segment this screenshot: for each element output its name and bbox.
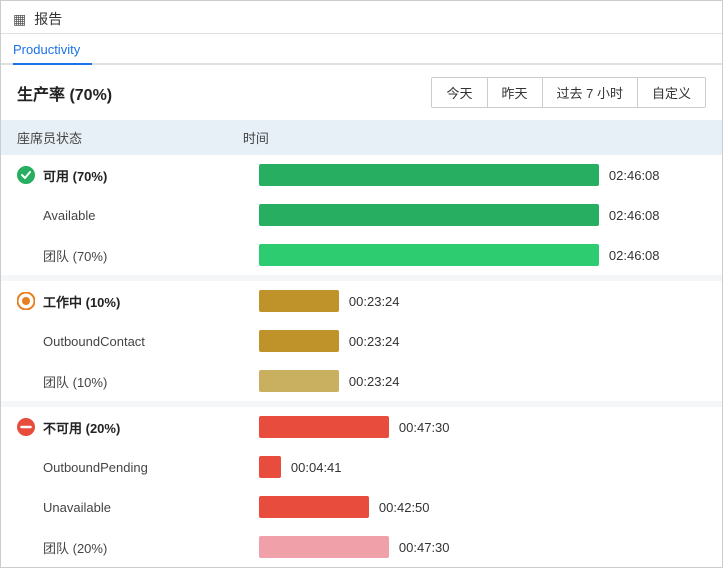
status-main-label: 不可用 (20%) xyxy=(43,418,120,437)
sub-time: 00:47:30 xyxy=(399,540,450,555)
productivity-header: 生产率 (70%) 今天 昨天 过去 7 小时 自定义 xyxy=(1,65,722,120)
sub-row-unavailable-2: 团队 (20%) 00:47:30 xyxy=(1,527,722,567)
minus-circle-icon xyxy=(17,418,35,436)
status-main-label: 可用 (70%) xyxy=(43,166,107,185)
table-header: 座席员状态 时间 xyxy=(1,120,722,155)
filter-custom[interactable]: 自定义 xyxy=(638,78,705,107)
col-time: 时间 xyxy=(227,120,722,155)
sub-bar-cell: 00:04:41 xyxy=(243,452,706,482)
report-icon: ▦ xyxy=(13,11,26,28)
sub-row-unavailable-1: Unavailable 00:42:50 xyxy=(1,487,722,527)
sub-bar xyxy=(259,370,339,392)
check-circle-icon xyxy=(17,166,35,184)
sub-row-available-0: Available 02:46:08 xyxy=(1,195,722,235)
col-status: 座席员状态 xyxy=(1,120,227,155)
sub-bar xyxy=(259,456,281,478)
status-cell-unavailable: 不可用 (20%) xyxy=(17,418,211,437)
page-title: 生产率 (70%) xyxy=(17,81,112,105)
ring-circle-icon xyxy=(17,292,35,310)
sub-label: OutboundPending xyxy=(17,460,148,475)
group-main-available: 可用 (70%) 02:46:08 xyxy=(1,155,722,195)
app-header: ▦ 报告 xyxy=(1,1,722,34)
filter-today[interactable]: 今天 xyxy=(432,78,487,107)
productivity-table: 座席员状态 时间 可用 (70%) 02:46:08 Available xyxy=(1,120,722,567)
sub-time: 00:42:50 xyxy=(379,500,430,515)
sub-bar-cell: 00:42:50 xyxy=(243,492,706,522)
sub-row-available-1: 团队 (70%) 02:46:08 xyxy=(1,235,722,275)
sub-label: Unavailable xyxy=(17,500,111,515)
time-filter-group: 今天 昨天 过去 7 小时 自定义 xyxy=(431,77,706,108)
sub-label: 团队 (70%) xyxy=(17,249,107,264)
sub-bar xyxy=(259,536,389,558)
filter-past7h[interactable]: 过去 7 小时 xyxy=(543,78,638,107)
group-main-unavailable: 不可用 (20%) 00:47:30 xyxy=(1,407,722,447)
status-cell-working: 工作中 (10%) xyxy=(17,292,211,311)
sub-bar-cell: 02:46:08 xyxy=(243,240,706,270)
sub-bar xyxy=(259,330,339,352)
sub-bar-cell: 00:47:30 xyxy=(243,532,706,562)
bar-available xyxy=(259,164,599,186)
sub-time: 00:23:24 xyxy=(349,374,400,389)
bar-unavailable xyxy=(259,416,389,438)
tab-bar: Productivity xyxy=(1,34,722,65)
filter-yesterday[interactable]: 昨天 xyxy=(488,78,543,107)
group-main-working: 工作中 (10%) 00:23:24 xyxy=(1,281,722,321)
sub-label: 团队 (20%) xyxy=(17,541,107,556)
sub-bar xyxy=(259,204,599,226)
sub-bar-cell: 00:23:24 xyxy=(243,326,706,356)
sub-label: 团队 (10%) xyxy=(17,375,107,390)
bar-cell-unavailable: 00:47:30 xyxy=(243,412,706,442)
sub-time: 02:46:08 xyxy=(609,248,660,263)
tab-productivity[interactable]: Productivity xyxy=(13,34,92,65)
sub-row-working-0: OutboundContact 00:23:24 xyxy=(1,321,722,361)
bar-cell-available: 02:46:08 xyxy=(243,160,706,190)
sub-time: 02:46:08 xyxy=(609,208,660,223)
bar-cell-working: 00:23:24 xyxy=(243,286,706,316)
time-unavailable: 00:47:30 xyxy=(399,420,450,435)
status-cell-available: 可用 (70%) xyxy=(17,166,211,185)
sub-time: 00:23:24 xyxy=(349,334,400,349)
sub-bar xyxy=(259,244,599,266)
sub-row-unavailable-0: OutboundPending 00:04:41 xyxy=(1,447,722,487)
sub-label: OutboundContact xyxy=(17,334,145,349)
bar-working xyxy=(259,290,339,312)
sub-bar xyxy=(259,496,369,518)
time-working: 00:23:24 xyxy=(349,294,400,309)
time-available: 02:46:08 xyxy=(609,168,660,183)
status-main-label: 工作中 (10%) xyxy=(43,292,120,311)
sub-time: 00:04:41 xyxy=(291,460,342,475)
sub-label: Available xyxy=(17,208,96,223)
header-title: 报告 xyxy=(34,9,62,29)
sub-bar-cell: 00:23:24 xyxy=(243,366,706,396)
sub-bar-cell: 02:46:08 xyxy=(243,200,706,230)
sub-row-working-1: 团队 (10%) 00:23:24 xyxy=(1,361,722,401)
